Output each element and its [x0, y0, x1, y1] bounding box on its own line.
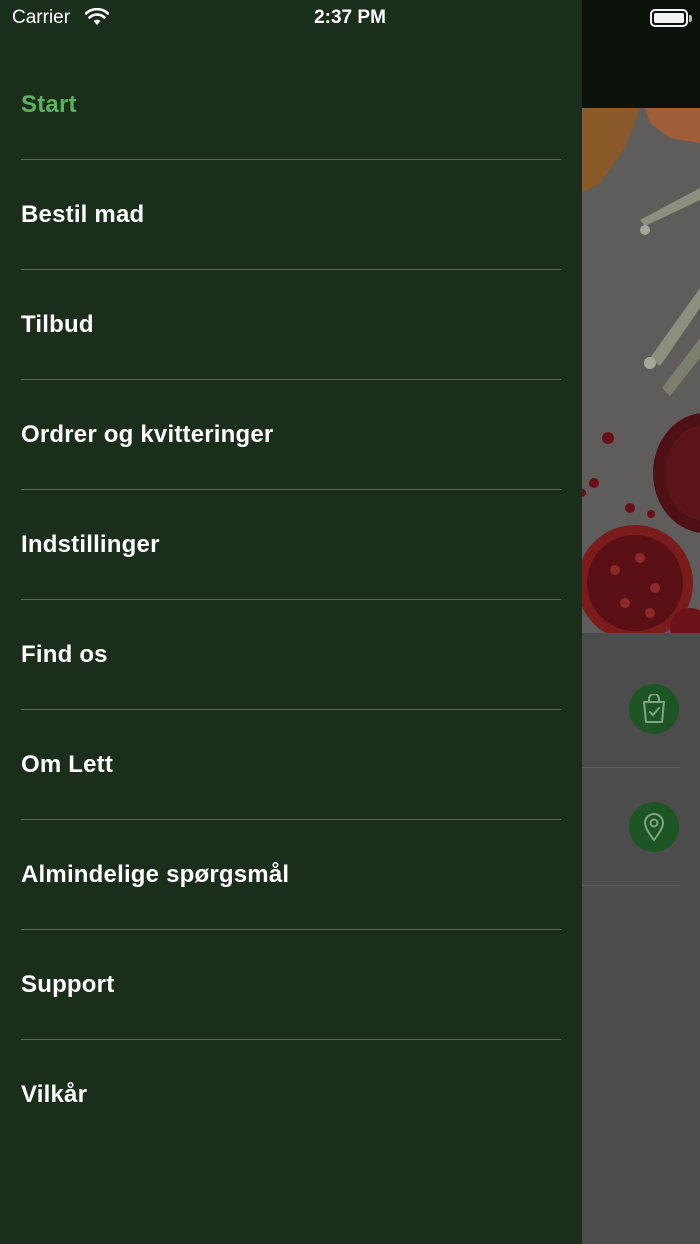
- location-pin-icon: [643, 813, 665, 842]
- menu-item-label: Ordrer og kvitteringer: [21, 420, 274, 448]
- menu-item-label: Om Lett: [21, 750, 114, 778]
- shopping-bag-check-icon: [643, 694, 665, 723]
- battery-tip: [689, 15, 692, 22]
- background-divider: [582, 885, 680, 886]
- menu-item-label: Tilbud: [21, 310, 94, 338]
- menu-item-faq[interactable]: Almindelige spørgsmål: [21, 820, 561, 930]
- menu-item-label: Bestil mad: [21, 200, 145, 228]
- menu-item-label: Indstillinger: [21, 530, 160, 558]
- menu-item-ordrer[interactable]: Ordrer og kvitteringer: [21, 380, 561, 490]
- order-button[interactable]: [629, 684, 679, 734]
- side-drawer: Start Bestil mad Tilbud Ordrer og kvitte…: [0, 0, 582, 1244]
- menu-item-label: Support: [21, 970, 115, 998]
- background-divider: [582, 767, 680, 768]
- menu-item-tilbud[interactable]: Tilbud: [21, 270, 561, 380]
- menu-item-vilkar[interactable]: Vilkår: [21, 1040, 561, 1150]
- menu-item-label: Almindelige spørgsmål: [21, 860, 290, 888]
- menu-item-label: Find os: [21, 640, 108, 668]
- find-location-button[interactable]: [629, 802, 679, 852]
- menu-item-om-lett[interactable]: Om Lett: [21, 710, 561, 820]
- menu-item-find-os[interactable]: Find os: [21, 600, 561, 710]
- menu-item-label: Start: [21, 90, 77, 118]
- status-bar: Carrier 2:37 PM: [0, 0, 700, 36]
- menu-item-bestil-mad[interactable]: Bestil mad: [21, 160, 561, 270]
- menu-item-support[interactable]: Support: [21, 930, 561, 1040]
- status-time: 2:37 PM: [314, 7, 386, 28]
- menu-item-start[interactable]: Start: [21, 50, 561, 160]
- menu-item-label: Vilkår: [21, 1081, 88, 1108]
- menu-item-indstillinger[interactable]: Indstillinger: [21, 490, 561, 600]
- drawer-menu: Start Bestil mad Tilbud Ordrer og kvitte…: [0, 50, 582, 1150]
- battery-icon: [650, 9, 688, 27]
